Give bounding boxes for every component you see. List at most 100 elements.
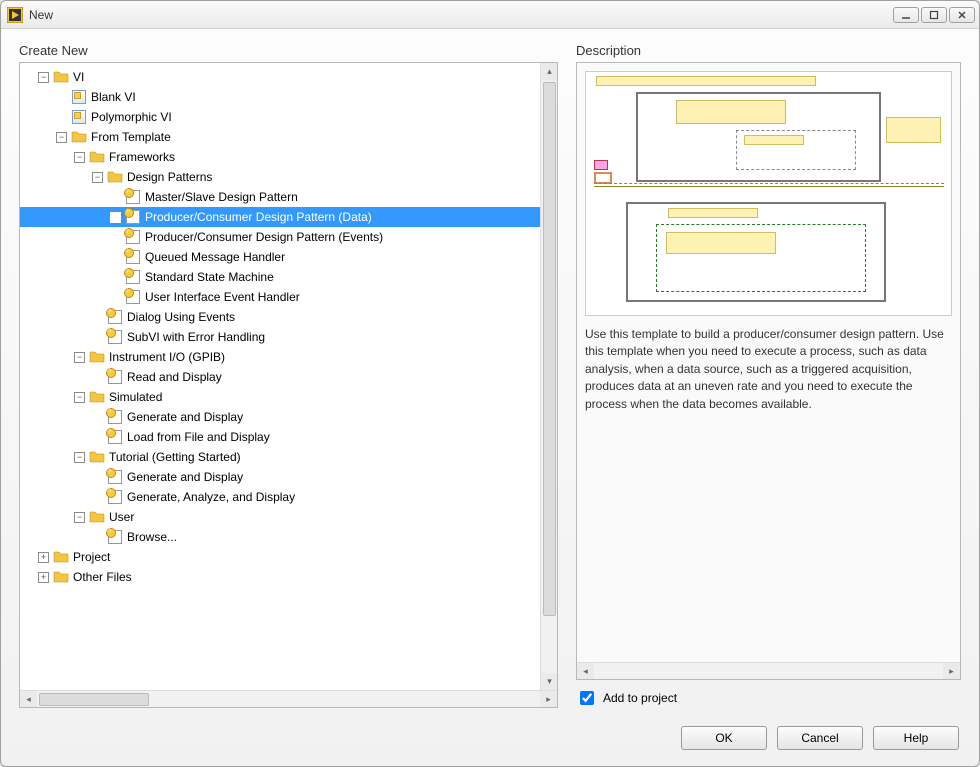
tree-node-user[interactable]: − User [20, 507, 557, 527]
tree-label: Generate and Display [127, 470, 243, 484]
tree-node-ui-event-handler[interactable]: User Interface Event Handler [20, 287, 557, 307]
folder-icon [89, 449, 105, 465]
tree-node-read-display[interactable]: Read and Display [20, 367, 557, 387]
template-tree[interactable]: − VI Blank VI Polymorphic V [20, 63, 557, 690]
template-icon [107, 489, 123, 505]
maximize-button[interactable] [921, 7, 947, 23]
tree-node-from-template[interactable]: − From Template [20, 127, 557, 147]
tree-node-instrument-io[interactable]: − Instrument I/O (GPIB) [20, 347, 557, 367]
add-to-project-label: Add to project [603, 691, 677, 705]
tree-node-design-patterns[interactable]: − Design Patterns [20, 167, 557, 187]
tree-label: Blank VI [91, 90, 136, 104]
expand-icon[interactable]: + [38, 552, 49, 563]
tree-node-browse[interactable]: Browse... [20, 527, 557, 547]
collapse-icon[interactable]: − [92, 172, 103, 183]
tree-label: Producer/Consumer Design Pattern (Data) [145, 210, 372, 224]
folder-icon [89, 149, 105, 165]
tree-node-master-slave[interactable]: Master/Slave Design Pattern [20, 187, 557, 207]
tree-node-producer-consumer-events[interactable]: Producer/Consumer Design Pattern (Events… [20, 227, 557, 247]
tree-label: Polymorphic VI [91, 110, 172, 124]
description-horizontal-scrollbar[interactable]: ◂ ▸ [577, 662, 960, 679]
tree-node-subvi-error[interactable]: SubVI with Error Handling [20, 327, 557, 347]
tree-node-load-file-display[interactable]: Load from File and Display [20, 427, 557, 447]
tree-horizontal-scrollbar[interactable]: ◂ ▸ [20, 690, 557, 707]
template-icon [107, 529, 123, 545]
collapse-icon[interactable]: − [38, 72, 49, 83]
template-icon [107, 469, 123, 485]
tree-label: User [109, 510, 134, 524]
scroll-down-icon[interactable]: ▾ [541, 673, 558, 690]
tree-node-queued-message[interactable]: Queued Message Handler [20, 247, 557, 267]
scroll-right-icon[interactable]: ▸ [540, 691, 557, 708]
scroll-left-icon[interactable]: ◂ [20, 691, 37, 708]
folder-icon [89, 349, 105, 365]
scroll-left-icon[interactable]: ◂ [577, 663, 594, 680]
folder-icon [89, 509, 105, 525]
description-heading: Description [576, 43, 961, 58]
tree-node-state-machine[interactable]: Standard State Machine [20, 267, 557, 287]
tree-node-tut-gen-display[interactable]: Generate and Display [20, 467, 557, 487]
tree-node-dialog-events[interactable]: Dialog Using Events [20, 307, 557, 327]
tree-node-producer-consumer-data[interactable]: Producer/Consumer Design Pattern (Data) [20, 207, 557, 227]
help-button[interactable]: Help [873, 726, 959, 750]
titlebar: New [1, 1, 979, 29]
tree-label: Simulated [109, 390, 162, 404]
template-icon [125, 269, 141, 285]
window-title: New [29, 8, 891, 22]
collapse-icon[interactable]: − [74, 152, 85, 163]
tree-node-tutorial[interactable]: − Tutorial (Getting Started) [20, 447, 557, 467]
tree-node-frameworks[interactable]: − Frameworks [20, 147, 557, 167]
tree-label: User Interface Event Handler [145, 290, 300, 304]
tree-label: Queued Message Handler [145, 250, 285, 264]
folder-icon [53, 549, 69, 565]
dialog-buttons: OK Cancel Help [1, 712, 979, 766]
tree-label: Browse... [127, 530, 177, 544]
tree-node-tut-gen-analyze[interactable]: Generate, Analyze, and Display [20, 487, 557, 507]
scroll-up-icon[interactable]: ▴ [541, 63, 558, 80]
ok-button[interactable]: OK [681, 726, 767, 750]
add-to-project-row[interactable]: Add to project [576, 688, 961, 708]
description-box: Use this template to build a producer/co… [576, 62, 961, 680]
tree-label: Producer/Consumer Design Pattern (Events… [145, 230, 383, 244]
tree-node-vi[interactable]: − VI [20, 67, 557, 87]
collapse-icon[interactable]: − [74, 352, 85, 363]
tree-node-other-files[interactable]: + Other Files [20, 567, 557, 587]
folder-icon [53, 69, 69, 85]
tree-node-project[interactable]: + Project [20, 547, 557, 567]
create-new-panel: Create New − VI Blank VI [19, 43, 558, 708]
close-button[interactable] [949, 7, 975, 23]
tree-label: Project [73, 550, 110, 564]
tree-label: Instrument I/O (GPIB) [109, 350, 225, 364]
collapse-icon[interactable]: − [56, 132, 67, 143]
template-icon [125, 209, 141, 225]
tree-vertical-scrollbar[interactable]: ▴ ▾ [540, 63, 557, 690]
collapse-icon[interactable]: − [74, 452, 85, 463]
scroll-right-icon[interactable]: ▸ [943, 663, 960, 680]
new-dialog-window: New Create New − VI [0, 0, 980, 767]
add-to-project-checkbox[interactable] [580, 691, 594, 705]
content-area: Create New − VI Blank VI [1, 29, 979, 712]
cancel-button[interactable]: Cancel [777, 726, 863, 750]
template-icon [107, 409, 123, 425]
expand-icon[interactable]: + [38, 572, 49, 583]
collapse-icon[interactable]: − [74, 392, 85, 403]
template-icon [125, 189, 141, 205]
tree-node-polymorphic-vi[interactable]: Polymorphic VI [20, 107, 557, 127]
tree-label: Frameworks [109, 150, 175, 164]
tree-label: Generate, Analyze, and Display [127, 490, 295, 504]
collapse-icon[interactable]: − [74, 512, 85, 523]
vi-icon [71, 109, 87, 125]
tree-node-blank-vi[interactable]: Blank VI [20, 87, 557, 107]
template-icon [107, 369, 123, 385]
folder-icon [89, 389, 105, 405]
template-icon [107, 309, 123, 325]
tree-node-simulated[interactable]: − Simulated [20, 387, 557, 407]
template-icon [107, 429, 123, 445]
tree-label: VI [73, 70, 84, 84]
vi-icon [71, 89, 87, 105]
description-text: Use this template to build a producer/co… [585, 326, 952, 413]
template-icon [107, 329, 123, 345]
tree-node-generate-display[interactable]: Generate and Display [20, 407, 557, 427]
tree-label: Read and Display [127, 370, 222, 384]
minimize-button[interactable] [893, 7, 919, 23]
